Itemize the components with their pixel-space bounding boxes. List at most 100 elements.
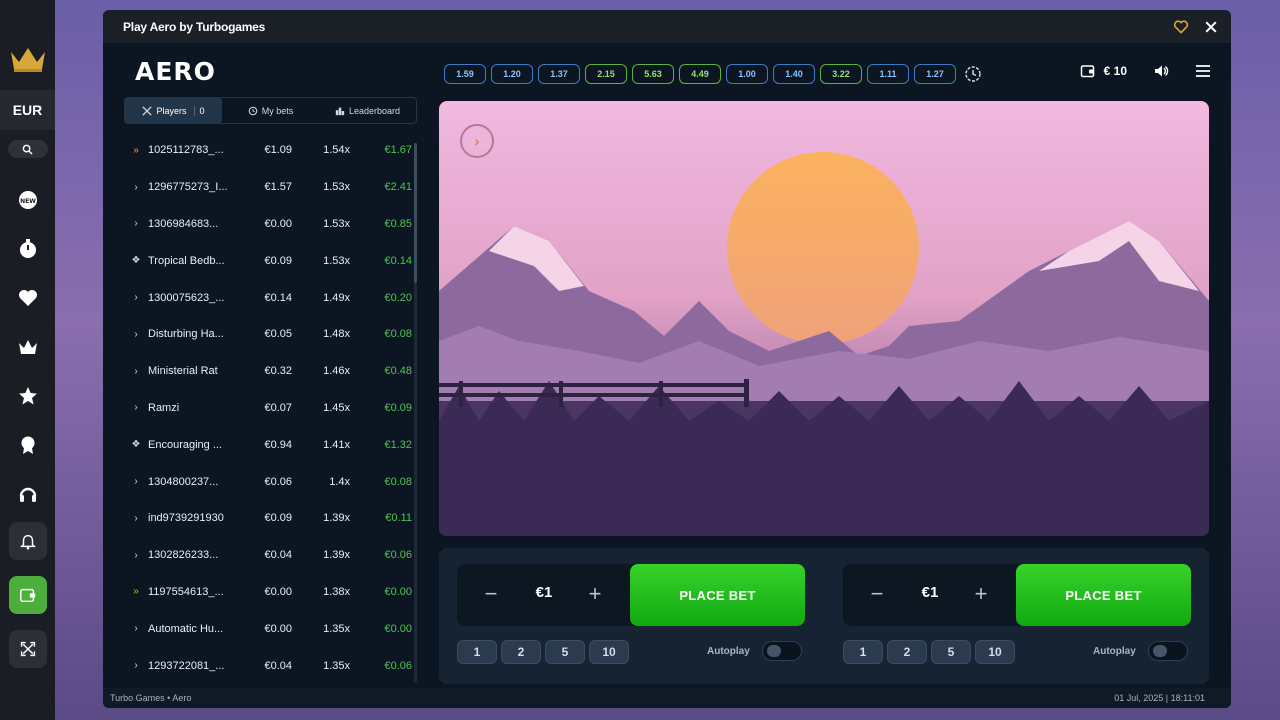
player-row: ❖ Tropical Bedb... €0.09 1.53x €0.14 [124, 242, 414, 279]
increase-bet-button[interactable]: + [971, 583, 991, 605]
wallet-button[interactable] [8, 576, 47, 614]
close-icon[interactable] [1203, 19, 1219, 35]
multiplier-pill[interactable]: 1.59 [444, 64, 486, 84]
multiplier-pill[interactable]: 3.22 [820, 64, 862, 84]
autoplay-2: Autoplay [1093, 641, 1188, 661]
player-multiplier: 1.46x [323, 365, 350, 378]
wallet-icon [19, 588, 35, 603]
multiplier-history: 1.59 1.20 1.37 2.15 5.63 4.49 1.00 1.40 3.22 1.11… [444, 64, 982, 84]
quick-amount-button[interactable]: 1 [843, 640, 883, 664]
tab-players-label: Players [156, 105, 187, 116]
player-name: Tropical Bedb... [148, 254, 225, 267]
increase-bet-button[interactable]: + [585, 583, 605, 605]
star-icon [18, 387, 37, 405]
player-multiplier: 1.49x [323, 291, 350, 304]
recent-button[interactable] [16, 237, 40, 261]
bell-icon [19, 534, 36, 550]
scene-chevron-button[interactable]: › [460, 124, 494, 158]
quick-amount-button[interactable]: 1 [457, 640, 497, 664]
multiplier-pill[interactable]: 1.37 [538, 64, 580, 84]
player-bet: €0.04 [264, 549, 292, 562]
decrease-bet-button[interactable]: − [867, 583, 887, 605]
new-games-button[interactable]: NEW [16, 188, 40, 212]
chevron-icon: › [134, 512, 138, 524]
quick-amount-button[interactable]: 2 [887, 640, 927, 664]
multiplier-pill[interactable]: 1.20 [491, 64, 533, 84]
menu-icon[interactable] [1195, 63, 1211, 79]
tab-my-bets[interactable]: My bets [222, 98, 319, 123]
quick-amount-button[interactable]: 10 [589, 640, 629, 664]
player-multiplier: 1.53x [323, 254, 350, 267]
chevron-icon: › [134, 365, 138, 377]
player-win: €2.41 [384, 181, 412, 194]
players-list: » 1025112783_... €1.09 1.54x €1.67 › 129677527… [124, 132, 414, 680]
quick-amount-button[interactable]: 5 [545, 640, 585, 664]
tab-players[interactable]: Players 0 [125, 98, 222, 123]
multiplier-pill[interactable]: 1.27 [914, 64, 956, 84]
crown-logo-icon[interactable] [8, 42, 48, 74]
currency-label[interactable]: EUR [0, 90, 55, 130]
sidebar: EUR NEW [0, 0, 55, 720]
top-games-button[interactable] [16, 384, 40, 408]
history-clock-icon[interactable] [964, 65, 982, 83]
player-row: › ind9739291930 €0.09 1.39x €0.11 [124, 500, 414, 537]
player-row: › Disturbing Ha... €0.05 1.48x €0.08 [124, 316, 414, 353]
quick-amount-button[interactable]: 5 [931, 640, 971, 664]
search-button[interactable] [7, 140, 48, 158]
bet-amount[interactable]: €1 [527, 584, 561, 601]
notifications-button[interactable] [8, 522, 47, 560]
multiplier-pill[interactable]: 1.40 [773, 64, 815, 84]
paw-icon: ❖ [131, 255, 141, 267]
tab-leaderboard[interactable]: Leaderboard [319, 98, 416, 123]
chevron-icon: › [134, 549, 138, 561]
tab-my-bets-label: My bets [261, 105, 294, 116]
multiplier-pill[interactable]: 4.49 [679, 64, 721, 84]
quick-amounts-1: 1 2 5 10 [457, 640, 629, 664]
player-row: › 1293722081_... €0.04 1.35x €0.06 [124, 647, 414, 680]
sound-icon[interactable] [1153, 63, 1169, 79]
autoplay-toggle[interactable] [1147, 641, 1188, 661]
balance[interactable]: € 10 [1080, 63, 1127, 79]
multiplier-pill[interactable]: 1.00 [726, 64, 768, 84]
player-multiplier: 1.39x [323, 549, 350, 562]
player-win: €0.08 [384, 475, 412, 488]
player-win: €0.08 [384, 328, 412, 341]
player-name: 1304800237... [148, 475, 219, 488]
autoplay-toggle[interactable] [761, 641, 802, 661]
player-name: 1300075623_... [148, 291, 225, 304]
place-bet-button[interactable]: PLACE BET [1016, 564, 1191, 626]
heart-icon[interactable] [1173, 19, 1189, 35]
player-bet: €0.04 [264, 659, 292, 672]
player-bet: €0.05 [264, 328, 292, 341]
fullscreen-button[interactable] [8, 630, 47, 668]
place-bet-button[interactable]: PLACE BET [630, 564, 805, 626]
decrease-bet-button[interactable]: − [481, 583, 501, 605]
podium-icon [335, 107, 345, 115]
favorites-button[interactable] [16, 286, 40, 310]
player-name: ind9739291930 [148, 512, 224, 525]
player-row: › 1304800237... €0.06 1.4x €0.08 [124, 463, 414, 500]
multiplier-pill[interactable]: 1.11 [867, 64, 909, 84]
game-window: Play Aero by Turbogames AERO Players 0 M… [103, 10, 1231, 708]
bet-amount[interactable]: €1 [913, 584, 947, 601]
player-name: 1025112783_... [148, 144, 224, 157]
player-tabs: Players 0 My bets Leaderboard [124, 97, 417, 124]
bet-panel: − €1 + PLACE BET 1 2 5 10 Autoplay − €1 … [439, 548, 1209, 684]
player-win: €0.09 [384, 401, 412, 414]
player-bet: €0.00 [264, 585, 292, 598]
player-name: 1306984683... [148, 217, 219, 230]
multiplier-pill[interactable]: 2.15 [585, 64, 627, 84]
players-scrollbar[interactable] [414, 143, 417, 683]
quick-amount-button[interactable]: 10 [975, 640, 1015, 664]
support-button[interactable] [16, 482, 40, 506]
player-win: €0.20 [384, 291, 412, 304]
rewards-button[interactable] [16, 433, 40, 457]
double-chevron-icon: » [133, 586, 139, 598]
player-multiplier: 1.35x [323, 659, 350, 672]
player-name: Automatic Hu... [148, 622, 224, 635]
quick-amount-button[interactable]: 2 [501, 640, 541, 664]
multiplier-pill[interactable]: 5.63 [632, 64, 674, 84]
vip-button[interactable] [16, 335, 40, 359]
chevron-icon: › [134, 402, 138, 414]
player-name: Ministerial Rat [148, 365, 218, 378]
